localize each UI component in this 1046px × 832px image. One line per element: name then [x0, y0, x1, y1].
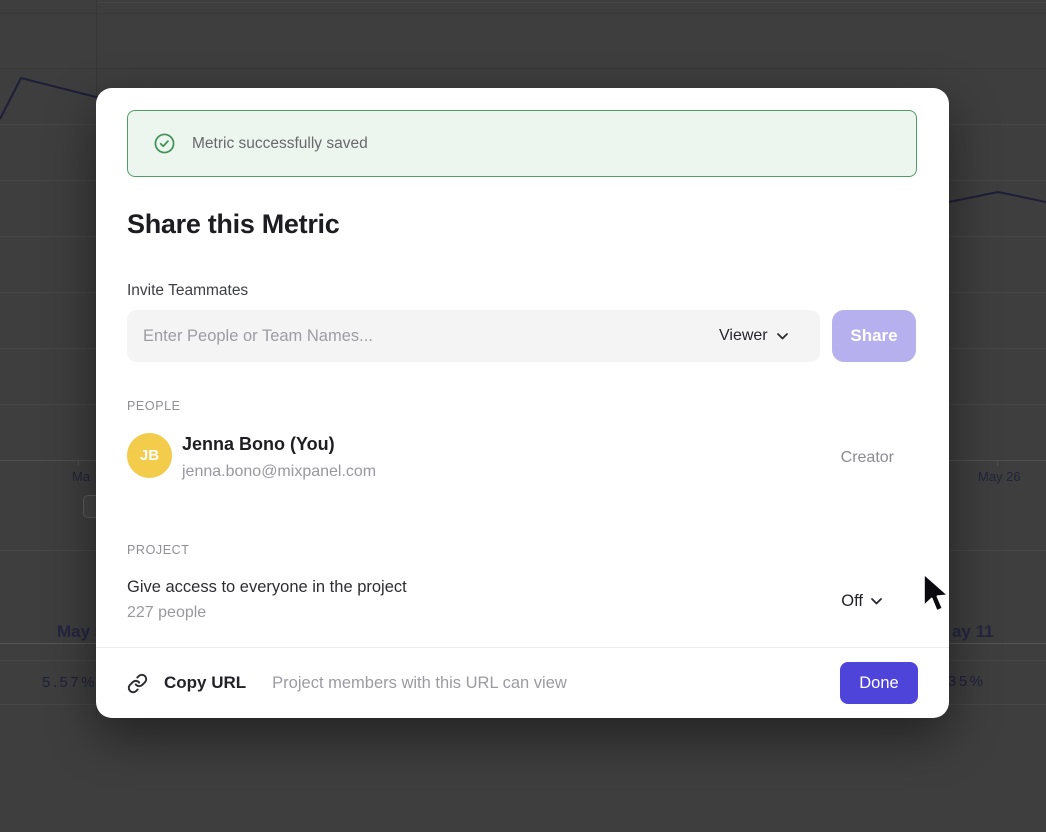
modal-footer: Copy URL Project members with this URL c…	[127, 648, 918, 718]
done-button[interactable]: Done	[840, 662, 918, 704]
project-access-dropdown[interactable]: Off	[837, 588, 886, 615]
project-access-subtitle: 227 people	[127, 604, 206, 622]
invite-teammates-label: Invite Teammates	[127, 282, 248, 300]
person-role: Creator	[841, 449, 894, 467]
project-access-title: Give access to everyone in the project	[127, 578, 407, 597]
table-header-left: May 5	[57, 622, 96, 642]
copy-url-label: Copy URL	[164, 673, 246, 693]
x-axis-label-right: May 26	[978, 469, 1021, 484]
modal-title: Share this Metric	[127, 209, 339, 240]
chevron-down-icon	[871, 598, 882, 605]
person-email: jenna.bono@mixpanel.com	[182, 463, 376, 481]
person-name: Jenna Bono (You)	[182, 434, 335, 455]
avatar: JB	[127, 433, 172, 478]
role-dropdown[interactable]: Viewer	[709, 310, 798, 362]
project-section-label: PROJECT	[127, 543, 190, 557]
table-value-right: 35%	[948, 673, 986, 690]
copy-url-button[interactable]: Copy URL	[127, 673, 246, 694]
x-axis-label-left: Ma	[72, 469, 96, 484]
role-dropdown-value: Viewer	[719, 327, 768, 345]
copy-url-helper-text: Project members with this URL can view	[272, 674, 567, 693]
check-circle-icon	[154, 133, 175, 154]
people-section-label: PEOPLE	[127, 399, 181, 413]
table-value-left: 5.57%	[42, 674, 97, 691]
table-header-right: ay 11	[952, 622, 994, 642]
share-metric-modal: Metric successfully saved Share this Met…	[96, 88, 949, 718]
project-access-dropdown-value: Off	[841, 592, 863, 611]
success-banner: Metric successfully saved	[127, 110, 917, 177]
link-icon	[127, 673, 148, 694]
cursor-icon	[922, 572, 950, 619]
banner-message: Metric successfully saved	[192, 135, 368, 153]
chevron-down-icon	[777, 333, 788, 340]
share-button[interactable]: Share	[832, 310, 916, 362]
